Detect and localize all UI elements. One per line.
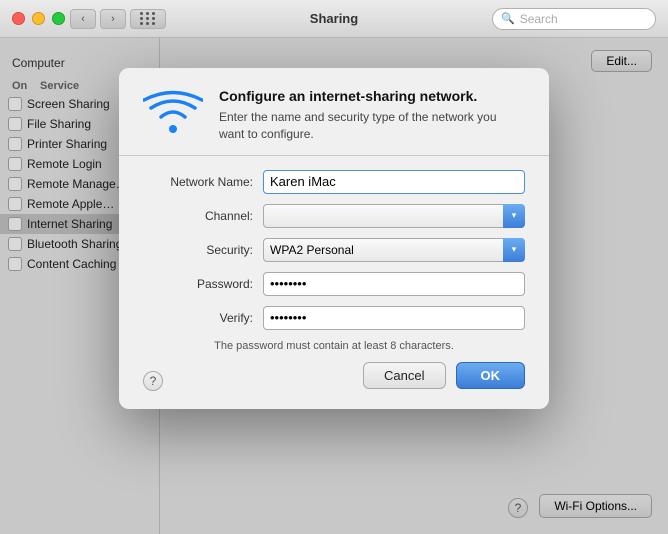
- network-name-row: Network Name:: [143, 170, 525, 194]
- modal-divider: [119, 155, 549, 156]
- network-name-label: Network Name:: [143, 175, 263, 189]
- modal-hint: The password must contain at least 8 cha…: [143, 340, 525, 352]
- channel-select-wrapper: ▾: [263, 204, 525, 228]
- ok-button[interactable]: OK: [456, 362, 526, 389]
- modal-help-icon[interactable]: ?: [143, 371, 163, 391]
- password-label: Password:: [143, 277, 263, 291]
- cancel-button[interactable]: Cancel: [363, 362, 445, 389]
- security-label: Security:: [143, 243, 263, 257]
- modal-header-text: Configure an internet-sharing network. E…: [219, 88, 525, 143]
- verify-label: Verify:: [143, 311, 263, 325]
- security-select[interactable]: WPA2 Personal: [263, 238, 525, 262]
- modal-description: Enter the name and security type of the …: [219, 109, 525, 143]
- modal-header: Configure an internet-sharing network. E…: [119, 68, 549, 155]
- security-select-wrapper: WPA2 Personal ▾: [263, 238, 525, 262]
- forward-button[interactable]: ›: [100, 9, 126, 29]
- minimize-button[interactable]: [32, 12, 45, 25]
- search-placeholder: Search: [520, 12, 558, 26]
- modal-title: Configure an internet-sharing network.: [219, 88, 525, 104]
- password-row: Password:: [143, 272, 525, 296]
- channel-select[interactable]: [263, 204, 525, 228]
- search-icon: 🔍: [501, 12, 515, 25]
- wifi-icon: [143, 90, 203, 135]
- window-title: Sharing: [310, 11, 358, 26]
- grid-icon: [140, 12, 156, 25]
- nav-buttons[interactable]: ‹ ›: [70, 9, 126, 29]
- back-button[interactable]: ‹: [70, 9, 96, 29]
- modal-overlay: Configure an internet-sharing network. E…: [0, 38, 668, 534]
- close-button[interactable]: [12, 12, 25, 25]
- modal-dialog: Configure an internet-sharing network. E…: [119, 68, 549, 409]
- channel-row: Channel: ▾: [143, 204, 525, 228]
- modal-form: Network Name: Channel: ▾ Security:: [119, 170, 549, 352]
- network-name-input[interactable]: [263, 170, 525, 194]
- modal-help-label: ?: [150, 374, 157, 388]
- modal-buttons: Cancel OK: [119, 362, 549, 389]
- title-bar: ‹ › Sharing 🔍 Search: [0, 0, 668, 38]
- verify-input[interactable]: [263, 306, 525, 330]
- search-box[interactable]: 🔍 Search: [492, 8, 656, 30]
- password-input[interactable]: [263, 272, 525, 296]
- security-row: Security: WPA2 Personal ▾: [143, 238, 525, 262]
- grid-view-button[interactable]: [130, 9, 166, 29]
- channel-label: Channel:: [143, 209, 263, 223]
- window-controls[interactable]: [12, 12, 65, 25]
- maximize-button[interactable]: [52, 12, 65, 25]
- verify-row: Verify:: [143, 306, 525, 330]
